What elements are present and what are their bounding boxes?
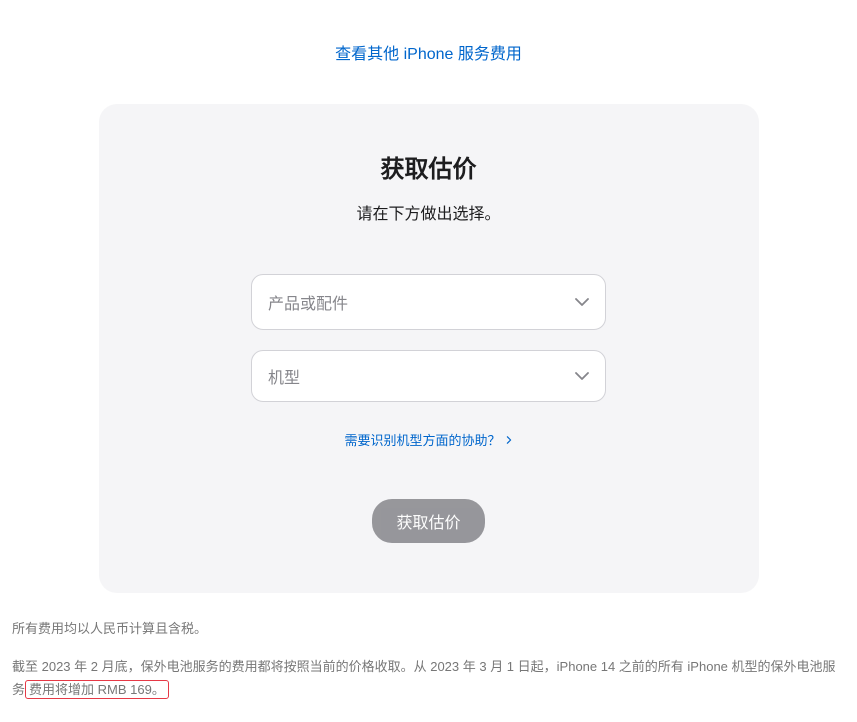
chevron-down-icon (575, 298, 589, 306)
model-select-label: 机型 (268, 364, 300, 388)
identify-model-help-link[interactable]: 需要识别机型方面的协助？ (344, 430, 512, 449)
model-select[interactable]: 机型 (251, 350, 606, 402)
card-title: 获取估价 (139, 149, 719, 184)
help-link-label: 需要识别机型方面的协助？ (344, 430, 500, 449)
chevron-right-icon (505, 432, 513, 447)
card-subtitle: 请在下方做出选择。 (139, 200, 719, 224)
view-other-services-link[interactable]: 查看其他 iPhone 服务费用 (10, 40, 847, 64)
footer-tax-note: 所有费用均以人民币计算且含税。 (12, 618, 845, 637)
get-estimate-button[interactable]: 获取估价 (372, 499, 484, 543)
model-select-wrapper: 机型 (251, 350, 606, 402)
product-select-label: 产品或配件 (268, 290, 348, 314)
chevron-down-icon (575, 372, 589, 380)
estimate-card: 获取估价 请在下方做出选择。 产品或配件 机型 (99, 104, 759, 593)
product-select-wrapper: 产品或配件 (251, 274, 606, 330)
footer-notes: 所有费用均以人民币计算且含税。 截至 2023 年 2 月底，保外电池服务的费用… (10, 618, 847, 702)
price-increase-highlight: 费用将增加 RMB 169。 (25, 680, 169, 699)
footer-price-note: 截至 2023 年 2 月底，保外电池服务的费用都将按照当前的价格收取。从 20… (12, 655, 845, 702)
product-select[interactable]: 产品或配件 (251, 274, 606, 330)
